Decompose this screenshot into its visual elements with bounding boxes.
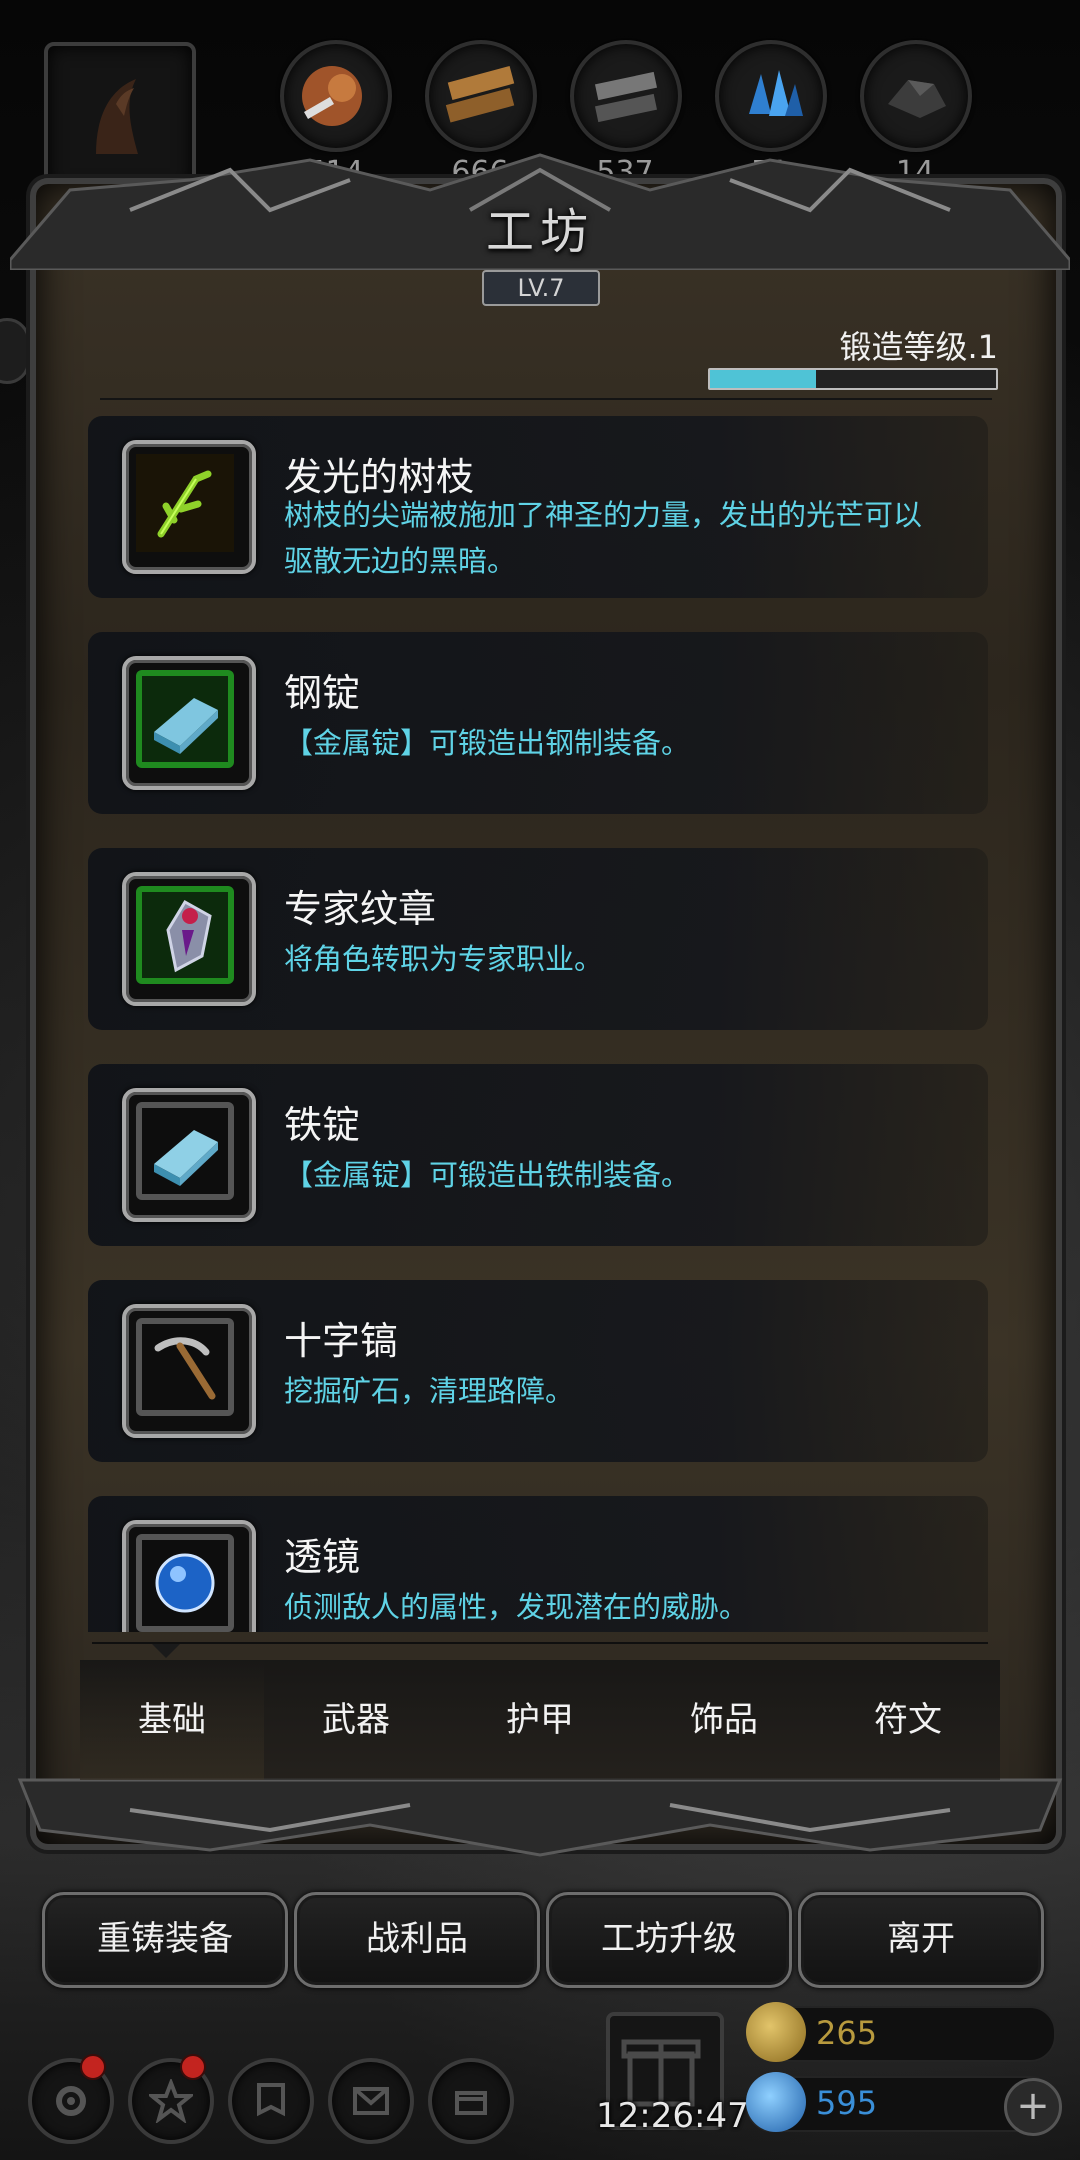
item-name: 专家纹章 [284, 887, 437, 931]
expert-emblem-icon [142, 892, 228, 978]
tab-weapons[interactable]: 武器 [264, 1660, 448, 1780]
forge-level-label: 锻造等级.1 [839, 328, 998, 366]
tab-runes[interactable]: 符文 [816, 1660, 1000, 1780]
leave-button[interactable]: 离开 [798, 1892, 1044, 1988]
tab-accessories[interactable]: 饰品 [632, 1660, 816, 1780]
glowing-branch-icon [136, 454, 234, 552]
side-indicator[interactable] [0, 318, 30, 384]
tab-basic[interactable]: 基础 [80, 1660, 264, 1780]
item-description: 挖掘矿石，清理路障。 [284, 1374, 575, 1408]
iron-icon [570, 40, 682, 152]
rarity-frame [136, 886, 234, 984]
forge-progress-bar [708, 368, 998, 390]
divider [100, 398, 992, 400]
item-slot [122, 1088, 256, 1222]
banner-icon [257, 2083, 285, 2117]
gold-counter: 265 [746, 2002, 1056, 2062]
category-tabs: 基础 武器 护甲 饰品 符文 [80, 1660, 1000, 1780]
item-slot [122, 1304, 256, 1438]
rarity-frame [136, 1318, 234, 1416]
meat-icon [280, 40, 392, 152]
ore-icon [860, 40, 972, 152]
steel-ingot-icon [142, 676, 228, 762]
guild-button[interactable] [228, 2058, 314, 2144]
mail-icon [353, 2087, 389, 2115]
pickaxe-icon [142, 1324, 228, 1410]
item-slot [122, 1520, 256, 1632]
gem-amount: 595 [816, 2084, 878, 2122]
workshop-level-badge: LV.7 [482, 270, 600, 306]
hooded-figure-icon [96, 79, 138, 154]
notification-dot [180, 2054, 206, 2080]
mail-button[interactable] [328, 2058, 414, 2144]
loot-button[interactable]: 战利品 [294, 1892, 540, 1988]
tab-indicator [152, 1644, 180, 1658]
workshop-upgrade-button[interactable]: 工坊升级 [546, 1892, 792, 1988]
recast-equipment-button[interactable]: 重铸装备 [42, 1892, 288, 1988]
list-item[interactable]: 钢锭 【金属锭】可锻造出钢制装备。 [88, 632, 988, 814]
rarity-frame [136, 454, 234, 552]
iron-ingot-icon [142, 1108, 228, 1194]
item-description: 【金属锭】可锻造出钢制装备。 [284, 726, 691, 760]
item-name: 十字镐 [284, 1319, 399, 1363]
item-slot [122, 656, 256, 790]
list-item[interactable]: 专家纹章 将角色转职为专家职业。 [88, 848, 988, 1030]
gold-coin-icon [746, 2002, 806, 2062]
gold-amount: 265 [816, 2014, 878, 2052]
item-name: 透镜 [284, 1535, 361, 1579]
inventory-button[interactable] [428, 2058, 514, 2144]
item-name: 钢锭 [284, 671, 361, 715]
notification-dot [80, 2054, 106, 2080]
item-description: 侦测敌人的属性，发现潜在的威胁。 [284, 1590, 749, 1624]
gift-timer: 12:26:47 [596, 2096, 749, 2136]
list-item[interactable]: 十字镐 挖掘矿石，清理路障。 [88, 1280, 988, 1462]
item-slot [122, 440, 256, 574]
list-item[interactable]: 透镜 侦测敌人的属性，发现潜在的威胁。 [88, 1496, 988, 1632]
star-icon [149, 2079, 193, 2123]
wood-icon [425, 40, 537, 152]
gem-icon [746, 2072, 806, 2132]
chest-icon [455, 2091, 487, 2115]
item-list[interactable]: 发光的树枝 树枝的尖端被施加了神圣的力量，发出的光芒可以驱散无边的黑暗。 钢锭 … [84, 412, 994, 1632]
item-slot [122, 872, 256, 1006]
list-item[interactable]: 发光的树枝 树枝的尖端被施加了神圣的力量，发出的光芒可以驱散无边的黑暗。 [88, 416, 988, 598]
item-description: 【金属锭】可锻造出铁制装备。 [284, 1158, 691, 1192]
forge-progress-fill [710, 370, 816, 388]
crystal-icon [715, 40, 827, 152]
panel-title: 工坊 [485, 204, 594, 260]
gear-icon [56, 2086, 86, 2116]
add-gems-button[interactable]: + [1004, 2078, 1062, 2136]
rarity-frame [136, 1102, 234, 1200]
item-name: 铁锭 [284, 1103, 361, 1147]
ornate-frame-bottom [17, 1778, 1063, 1857]
rarity-frame [136, 670, 234, 768]
rarity-frame [136, 1534, 234, 1632]
divider [92, 1642, 988, 1644]
item-description: 树枝的尖端被施加了神圣的力量，发出的光芒可以驱散无边的黑暗。 [284, 498, 923, 578]
lens-icon [142, 1540, 228, 1626]
tab-armor[interactable]: 护甲 [448, 1660, 632, 1780]
item-description: 将角色转职为专家职业。 [284, 942, 604, 976]
list-item[interactable]: 铁锭 【金属锭】可锻造出铁制装备。 [88, 1064, 988, 1246]
